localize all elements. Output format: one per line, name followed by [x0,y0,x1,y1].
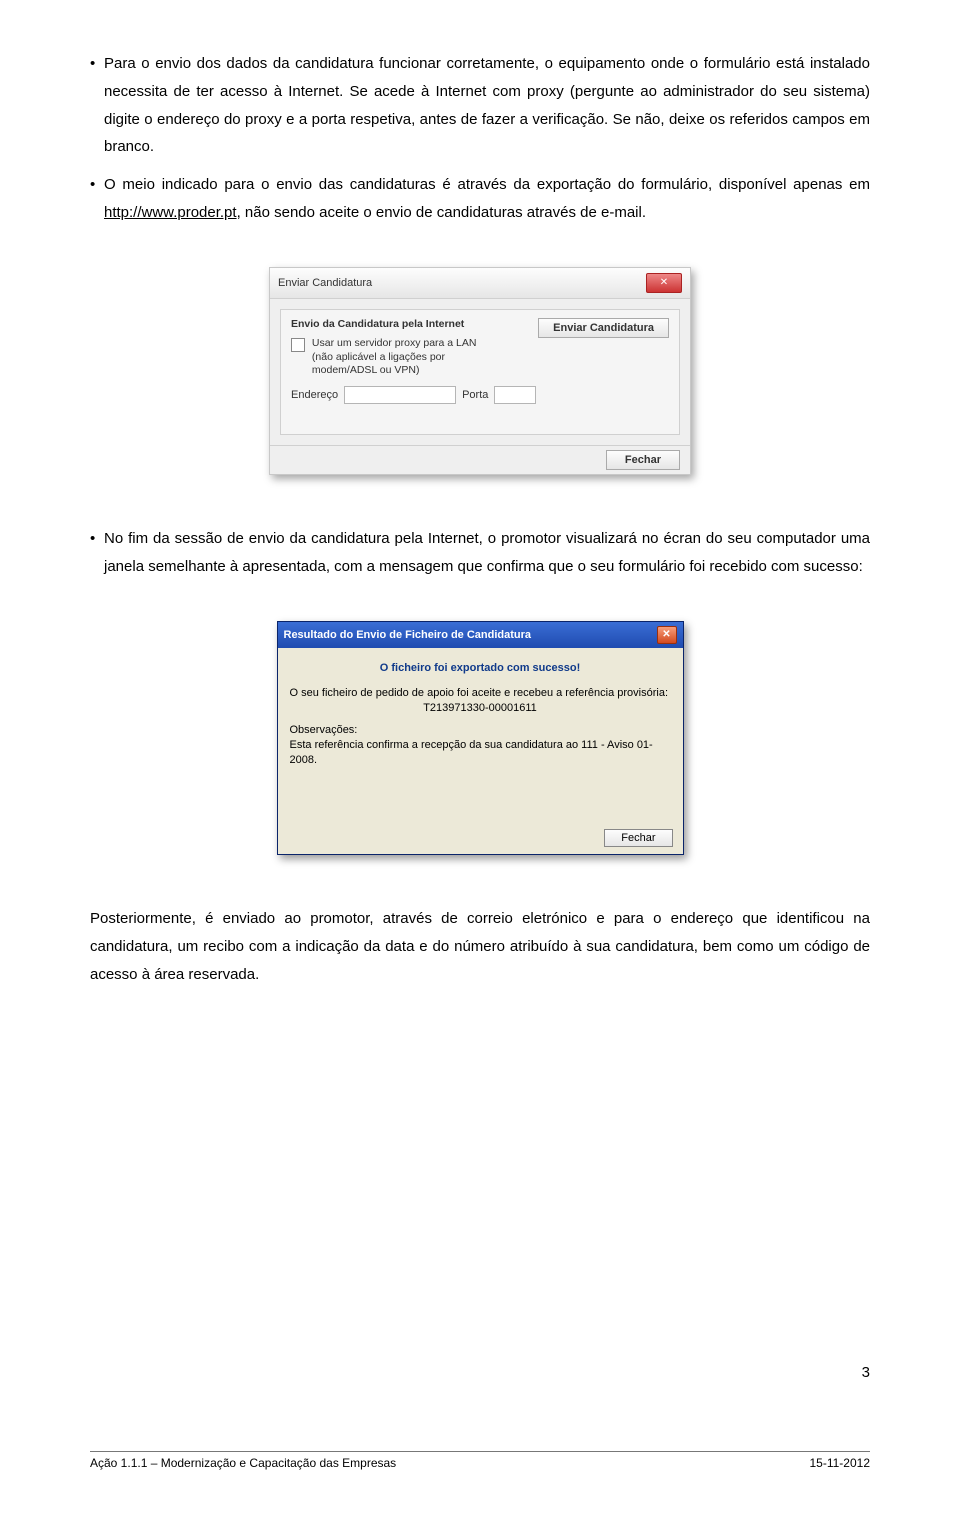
dialog-titlebar: Enviar Candidatura ✕ [270,268,690,299]
frame-title: Envio da Candidatura pela Internet [291,318,530,332]
endereco-input[interactable] [344,386,456,404]
send-candidatura-dialog: Enviar Candidatura ✕ Envio da Candidatur… [269,267,691,476]
paragraph-text: No fim da sessão de envio da candidatura… [104,525,870,581]
dialog-screenshot-1: Enviar Candidatura ✕ Envio da Candidatur… [90,267,870,476]
frame-envio: Envio da Candidatura pela Internet Usar … [280,309,680,436]
bullet-paragraph-2: • O meio indicado para o envio das candi… [90,171,870,227]
dialog-footer: Fechar [278,826,683,854]
fechar-button[interactable]: Fechar [606,450,680,470]
page-number: 3 [862,1364,870,1381]
reference-number: T213971330-00001611 [290,702,671,714]
observacoes-text: Esta referência confirma a recepção da s… [290,738,671,768]
dialog-body: Envio da Candidatura pela Internet Usar … [270,299,690,446]
bullet-paragraph-1: • Para o envio dos dados da candidatura … [90,50,870,161]
proxy-fields-row: Endereço Porta [291,386,669,404]
dialog-titlebar: Resultado do Envio de Ficheiro de Candid… [278,622,683,648]
dialog-body: O ficheiro foi exportado com sucesso! O … [278,648,683,827]
endereco-label: Endereço [291,389,338,401]
dialog-footer: Fechar [270,445,690,474]
bullet-paragraph-3: • No fim da sessão de envio da candidatu… [90,525,870,581]
resultado-envio-dialog: Resultado do Envio de Ficheiro de Candid… [277,621,684,856]
proder-link[interactable]: http://www.proder.pt [104,204,237,221]
export-success-message: O ficheiro foi exportado com sucesso! [290,662,671,674]
enviar-candidatura-button[interactable]: Enviar Candidatura [538,318,669,338]
proxy-label-line2: (não aplicável a ligações por [312,351,445,363]
page-content: • Para o envio dos dados da candidatura … [0,0,960,1451]
dialog-title: Enviar Candidatura [278,277,372,289]
dialog-title: Resultado do Envio de Ficheiro de Candid… [284,629,532,641]
paragraph-text: Para o envio dos dados da candidatura fu… [104,50,870,161]
dialog-screenshot-2: Resultado do Envio de Ficheiro de Candid… [90,621,870,856]
proxy-checkbox[interactable] [291,338,305,352]
bullet-mark: • [90,50,104,161]
text-before-link: O meio indicado para o envio das candida… [104,176,870,193]
porta-label: Porta [462,389,488,401]
paragraph-text: O meio indicado para o envio das candida… [104,171,870,227]
page-footer: Ação 1.1.1 – Modernização e Capacitação … [0,1451,960,1475]
bullet-mark: • [90,525,104,581]
footer-left: Ação 1.1.1 – Modernização e Capacitação … [90,1456,396,1470]
bullet-mark: • [90,171,104,227]
proxy-label-line1: Usar um servidor proxy para a LAN [312,337,477,349]
observacoes-label: Observações: [290,724,671,736]
footer-right: 15-11-2012 [810,1456,871,1470]
fechar-button[interactable]: Fechar [604,829,672,847]
accepted-line: O seu ficheiro de pedido de apoio foi ac… [290,686,671,701]
porta-input[interactable] [494,386,536,404]
proxy-label-line3: modem/ADSL ou VPN) [312,364,420,376]
close-icon[interactable]: ✕ [657,626,677,644]
paragraph-4: Posteriormente, é enviado ao promotor, a… [90,905,870,988]
text-after-link: , não sendo aceite o envio de candidatur… [237,204,646,221]
close-icon[interactable]: ✕ [646,273,682,293]
